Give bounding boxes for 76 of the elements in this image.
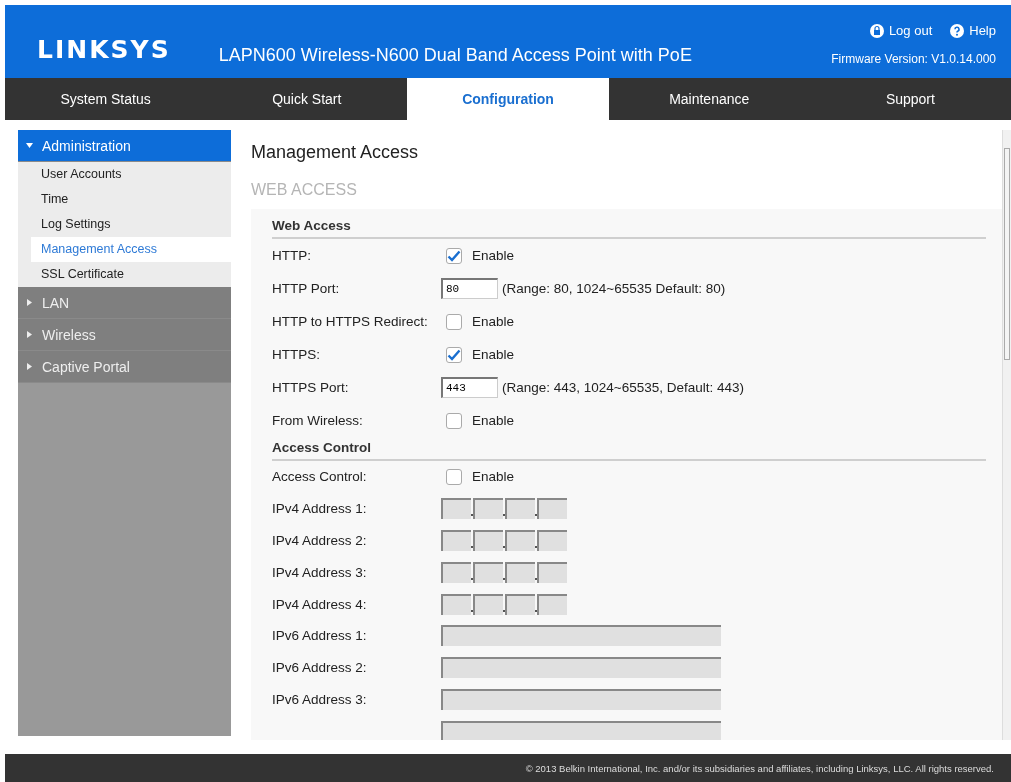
caret-down-icon xyxy=(26,142,33,149)
help-icon xyxy=(950,23,965,38)
group-heading: Web Access xyxy=(272,215,986,239)
ipv6-address-field[interactable] xyxy=(441,720,721,740)
field-label: IPv4 Address 4: xyxy=(272,596,368,612)
ip-octet-field[interactable] xyxy=(537,593,567,615)
ip-octet-field[interactable] xyxy=(473,498,503,520)
field-label: IPv4 Address 2: xyxy=(272,533,368,548)
ip-octet-field[interactable] xyxy=(505,530,535,551)
checkbox[interactable] xyxy=(446,313,462,330)
ip-octet-field[interactable] xyxy=(473,593,503,615)
sidebar-subitem[interactable]: Log Settings xyxy=(18,212,231,237)
logout-link[interactable]: Log out xyxy=(869,23,933,38)
range-hint: (Range: 80, 1024~65535 Default: 80) xyxy=(502,281,726,296)
sidebar-item[interactable]: Captive Portal xyxy=(18,351,231,383)
checkbox[interactable] xyxy=(446,346,462,363)
help-link[interactable]: Help xyxy=(950,23,996,38)
ip-octet-field[interactable] xyxy=(505,593,535,615)
caret-right-icon xyxy=(26,363,33,370)
checkbox-label: Enable xyxy=(472,469,515,485)
checkbox[interactable] xyxy=(446,468,462,485)
ip-octet-field[interactable] xyxy=(537,498,567,520)
product-title: LAPN600 Wireless-N600 Dual Band Access Point with PoE xyxy=(218,45,693,66)
ip-octet-field[interactable] xyxy=(537,530,567,551)
checkbox-label: Enable xyxy=(472,347,515,362)
caret-right-icon xyxy=(26,299,33,306)
ip-octet-field[interactable] xyxy=(441,593,471,615)
logo: LINKSYS xyxy=(37,35,171,64)
sidebar-subitem[interactable]: Management Access xyxy=(31,237,231,262)
nav-tab[interactable]: Configuration xyxy=(407,78,609,120)
field-label: HTTP to HTTPS Redirect: xyxy=(272,314,429,329)
ip-octet-field[interactable] xyxy=(473,530,503,551)
field-label: HTTP: xyxy=(272,248,312,263)
copyright-text: © 2013 Belkin International, Inc. and/or its subsidiaries and affiliates, including Linksys, LLC. All rights reserved. xyxy=(5,754,1011,782)
sidebar-item[interactable]: Administration xyxy=(18,130,231,162)
section-heading: WEB ACCESS xyxy=(251,181,358,199)
field-label: HTTP Port: xyxy=(272,281,341,296)
ip-octet-field[interactable] xyxy=(473,561,503,583)
ipv6-address-field[interactable] xyxy=(441,625,721,647)
sidebar-subitem[interactable]: User Accounts xyxy=(18,162,231,187)
caret-right-icon xyxy=(26,331,33,338)
sidebar-subitem[interactable]: SSL Certificate xyxy=(18,262,231,287)
field-label: IPv4 Address 3: xyxy=(272,564,368,580)
port-field[interactable]: 80 xyxy=(441,278,498,299)
field-label: HTTPS Port: xyxy=(272,380,350,395)
field-label: From Wireless: xyxy=(272,413,364,428)
sidebar-subitem[interactable]: Time xyxy=(18,187,231,212)
ip-octet-field[interactable] xyxy=(537,561,567,583)
page-title: Management Access xyxy=(251,142,420,163)
lock-icon xyxy=(869,23,884,38)
ipv6-address-field[interactable] xyxy=(441,688,721,710)
checkbox-label: Enable xyxy=(472,413,515,428)
field-label: IPv6 Address 1: xyxy=(272,628,368,644)
ip-octet-field[interactable] xyxy=(505,561,535,583)
scrollbar-thumb[interactable] xyxy=(1004,148,1010,360)
field-label: IPv4 Address 1: xyxy=(272,501,368,517)
checkbox-label: Enable xyxy=(472,314,515,329)
group-heading: Access Control xyxy=(272,437,986,461)
ipv6-address-field[interactable] xyxy=(441,657,721,679)
ip-octet-field[interactable] xyxy=(441,561,471,583)
field-label: IPv6 Address 3: xyxy=(272,691,368,707)
port-field[interactable]: 443 xyxy=(441,377,498,398)
scrollbar[interactable] xyxy=(1002,130,1011,740)
checkbox[interactable] xyxy=(446,412,462,429)
checkbox[interactable] xyxy=(446,247,462,264)
checkbox-label: Enable xyxy=(472,248,515,263)
ip-octet-field[interactable] xyxy=(505,498,535,520)
firmware-version: Firmware Version: V1.0.14.000 xyxy=(831,52,996,66)
sidebar-item[interactable]: Wireless xyxy=(18,319,231,351)
sidebar-item[interactable]: LAN xyxy=(18,287,231,319)
field-label: HTTPS: xyxy=(272,347,321,362)
field-label: IPv6 Address 2: xyxy=(272,660,368,676)
field-label: Access Control: xyxy=(272,469,368,485)
range-hint: (Range: 443, 1024~65535, Default: 443) xyxy=(502,380,745,395)
ip-octet-field[interactable] xyxy=(441,498,471,520)
ip-octet-field[interactable] xyxy=(441,530,471,551)
